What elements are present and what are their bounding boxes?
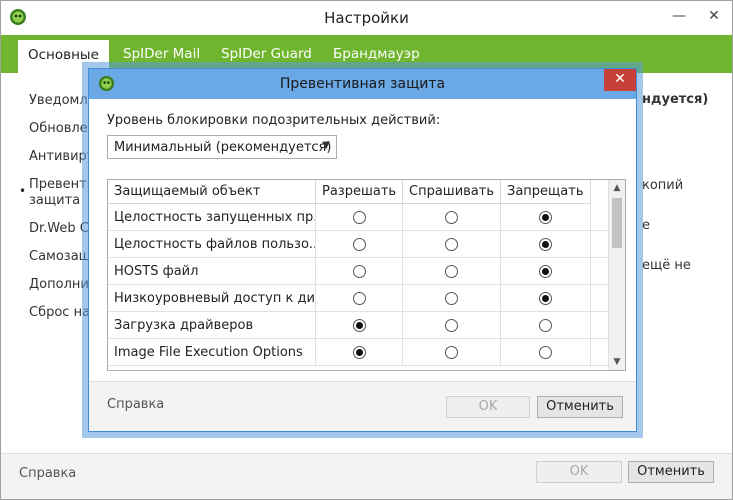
ask-cell xyxy=(403,285,501,312)
deny-cell xyxy=(501,231,591,258)
deny-cell xyxy=(501,312,591,339)
window-footer: Справка OK Отменить xyxy=(1,453,732,499)
deny-cell xyxy=(501,204,591,231)
close-button[interactable]: ✕ xyxy=(701,5,727,27)
content-text-fragment-1: копий xyxy=(642,178,684,193)
column-header-allow: Разрешать xyxy=(316,180,403,204)
block-level-value: Минимальный (рекомендуется) xyxy=(114,140,332,155)
ask-radio[interactable] xyxy=(445,346,458,359)
content-text-fragment-3: ещё не xyxy=(642,258,691,273)
sidebar-item-preventive[interactable]: Превенти xyxy=(29,177,95,192)
deny-radio[interactable] xyxy=(539,346,552,359)
column-header-ask: Спрашивать xyxy=(403,180,501,204)
minimize-button[interactable]: — xyxy=(666,5,692,27)
dialog-close-button[interactable]: ✕ xyxy=(604,69,636,91)
table-row: Низкоуровневый доступ к ди... xyxy=(108,285,608,312)
preventive-protection-dialog: Превентивная защита ✕ Уровень блокировки… xyxy=(88,68,637,432)
allow-radio[interactable] xyxy=(353,265,366,278)
ask-radio[interactable] xyxy=(445,265,458,278)
dialog-ok-button[interactable]: OK xyxy=(446,396,530,418)
allow-radio[interactable] xyxy=(353,211,366,224)
sidebar-selected-bullet: • xyxy=(19,184,27,198)
content-heading-fragment: ндуется) xyxy=(642,92,709,107)
window-titlebar: Настройки — ✕ xyxy=(1,1,732,35)
window-title: Настройки xyxy=(324,9,409,27)
ok-button[interactable]: OK xyxy=(536,461,622,483)
protected-object-name: Низкоуровневый доступ к ди... xyxy=(108,285,316,312)
deny-radio[interactable] xyxy=(539,238,552,251)
allow-cell xyxy=(316,312,403,339)
dialog-title: Превентивная защита xyxy=(279,76,446,92)
dialog-footer: Справка OK Отменить xyxy=(89,381,636,431)
deny-radio[interactable] xyxy=(539,211,552,224)
allow-cell xyxy=(316,339,403,366)
table-row: HOSTS файл xyxy=(108,258,608,285)
deny-cell xyxy=(501,285,591,312)
deny-cell xyxy=(501,258,591,285)
ask-cell xyxy=(403,204,501,231)
ask-radio[interactable] xyxy=(445,292,458,305)
allow-radio[interactable] xyxy=(353,319,366,332)
sidebar-item-preventive-line2[interactable]: защита xyxy=(29,193,80,208)
allow-cell xyxy=(316,204,403,231)
scroll-up-icon[interactable]: ▲ xyxy=(609,180,625,196)
column-header-deny: Запрещать xyxy=(501,180,591,204)
block-level-label: Уровень блокировки подозрительных действ… xyxy=(107,113,441,128)
ask-radio[interactable] xyxy=(445,319,458,332)
deny-radio[interactable] xyxy=(539,265,552,278)
table-row: Image File Execution Options xyxy=(108,339,608,366)
ask-cell xyxy=(403,339,501,366)
allow-cell xyxy=(316,231,403,258)
ask-cell xyxy=(403,258,501,285)
allow-radio[interactable] xyxy=(353,238,366,251)
scroll-thumb[interactable] xyxy=(612,198,622,248)
dialog-titlebar: Превентивная защита ✕ xyxy=(89,69,636,99)
sidebar-item-advanced[interactable]: Дополнит xyxy=(29,277,96,292)
deny-radio[interactable] xyxy=(539,292,552,305)
protected-object-name: Целостность файлов пользо... xyxy=(108,231,316,258)
protected-object-name: HOSTS файл xyxy=(108,258,316,285)
scroll-down-icon[interactable]: ▼ xyxy=(609,354,625,370)
sidebar-item-notifications[interactable]: Уведомле xyxy=(29,93,96,108)
deny-cell xyxy=(501,339,591,366)
table-row: Целостность файлов пользо... xyxy=(108,231,608,258)
allow-cell xyxy=(316,258,403,285)
protected-object-name: Загрузка драйверов xyxy=(108,312,316,339)
ask-cell xyxy=(403,231,501,258)
table-row: Загрузка драйверов xyxy=(108,312,608,339)
protected-object-name: Image File Execution Options xyxy=(108,339,316,366)
deny-radio[interactable] xyxy=(539,319,552,332)
table-row: Целостность запущенных пр... xyxy=(108,204,608,231)
column-header-object: Защищаемый объект xyxy=(108,180,316,204)
ask-cell xyxy=(403,312,501,339)
allow-cell xyxy=(316,285,403,312)
table-scrollbar[interactable]: ▲ ▼ xyxy=(608,180,625,370)
ask-radio[interactable] xyxy=(445,211,458,224)
ask-radio[interactable] xyxy=(445,238,458,251)
allow-radio[interactable] xyxy=(353,346,366,359)
content-text-fragment-2: е xyxy=(642,218,650,233)
sidebar-item-reset[interactable]: Сброс нас xyxy=(29,305,97,320)
sidebar-item-update[interactable]: Обновлен xyxy=(29,121,96,136)
sidebar-item-antivirus[interactable]: Антивиру xyxy=(29,149,94,164)
help-link[interactable]: Справка xyxy=(19,466,76,481)
chevron-down-icon: ▼ xyxy=(322,140,330,151)
protection-table: Защищаемый объект Разрешать Спрашивать З… xyxy=(107,179,626,371)
cancel-button[interactable]: Отменить xyxy=(628,461,714,483)
dialog-help-link[interactable]: Справка xyxy=(107,397,164,412)
protected-object-name: Целостность запущенных пр... xyxy=(108,204,316,231)
dialog-cancel-button[interactable]: Отменить xyxy=(537,396,623,418)
allow-radio[interactable] xyxy=(353,292,366,305)
block-level-select[interactable]: Минимальный (рекомендуется) ▼ xyxy=(107,135,337,159)
sidebar-item-self-protection[interactable]: Самозащ xyxy=(29,249,91,264)
sidebar-item-drweb-cloud[interactable]: Dr.Web Cl xyxy=(29,221,92,236)
